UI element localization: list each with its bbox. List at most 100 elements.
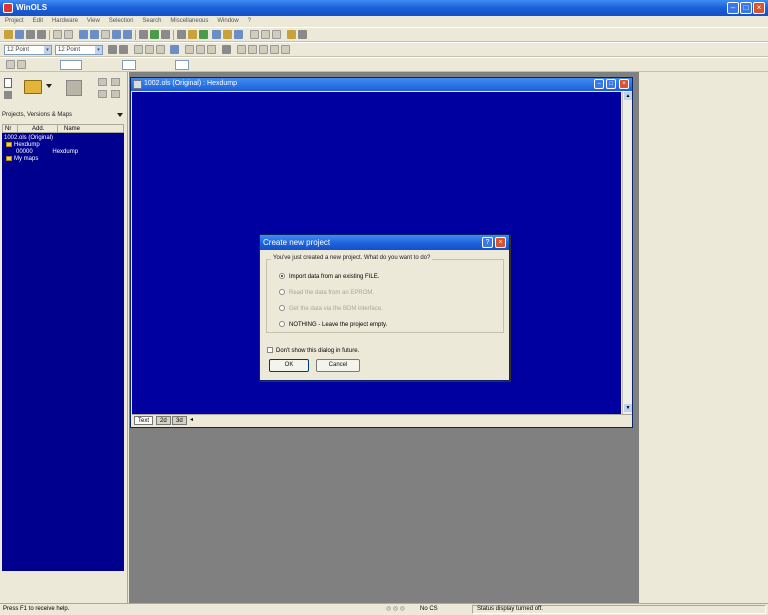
tool-small-icon-1[interactable] xyxy=(98,78,107,86)
print-icon[interactable] xyxy=(37,30,46,39)
hint-icon[interactable] xyxy=(287,30,296,39)
menu-edit[interactable]: Edit xyxy=(31,16,45,27)
small-save-icon[interactable] xyxy=(4,91,12,99)
tree-item-my-maps[interactable]: My maps xyxy=(6,156,38,163)
tab-3d[interactable]: 3d xyxy=(172,416,187,425)
tool-a-icon[interactable] xyxy=(6,60,15,69)
help-icon[interactable] xyxy=(298,30,307,39)
menu-project[interactable]: Project xyxy=(3,16,26,27)
font-size-select-2[interactable]: 12 Point ▾ xyxy=(55,45,103,55)
toolbar-field-2[interactable] xyxy=(122,60,136,70)
tool-small-icon-2[interactable] xyxy=(111,78,120,86)
percent-icon[interactable] xyxy=(237,45,246,54)
columns-icon[interactable] xyxy=(196,45,205,54)
sign-icon[interactable] xyxy=(222,45,231,54)
forward-icon[interactable] xyxy=(234,30,243,39)
pin-icon[interactable] xyxy=(117,113,123,117)
column-nr[interactable]: Nr xyxy=(3,125,18,133)
cancel-button[interactable]: Cancel xyxy=(316,359,360,372)
ok-button[interactable]: OK xyxy=(269,359,309,372)
hexdump-window-titlebar[interactable]: 1002.ols (Original) : Hexdump – □ × xyxy=(131,78,632,91)
first-icon[interactable] xyxy=(79,30,88,39)
project-icon[interactable] xyxy=(66,80,82,96)
new-project-icon[interactable] xyxy=(4,30,13,39)
rows-icon[interactable] xyxy=(207,45,216,54)
dialog-titlebar[interactable]: Create new project ? × xyxy=(260,235,509,250)
offset-icon[interactable] xyxy=(259,45,268,54)
column-add[interactable]: Add. xyxy=(18,125,58,133)
home-icon[interactable] xyxy=(223,30,232,39)
child-minimize-button[interactable]: – xyxy=(594,79,604,89)
scroll-down-icon[interactable]: ▼ xyxy=(624,404,632,412)
hex-icon[interactable] xyxy=(108,45,117,54)
font-size-select-1[interactable]: 12 Point ▾ xyxy=(4,45,52,55)
menu-help[interactable]: ? xyxy=(246,16,253,27)
maximize-button[interactable]: □ xyxy=(740,2,752,14)
run-icon[interactable] xyxy=(199,30,208,39)
format-16bit-icon[interactable] xyxy=(145,45,154,54)
dont-show-checkbox[interactable]: Don't show this dialog in future. xyxy=(267,347,359,355)
tree-item-project[interactable]: 1002.ols (Original) xyxy=(4,135,53,142)
dialog-close-button[interactable]: × xyxy=(495,237,506,248)
close-button[interactable]: × xyxy=(753,2,765,14)
page-icon[interactable] xyxy=(101,30,110,39)
option-bdm-interface: Get the data via the BDM interface. xyxy=(279,305,383,314)
tool-small-icon-3[interactable] xyxy=(98,90,107,98)
tree-item-version[interactable]: 00000 Hexdump xyxy=(16,149,78,156)
next-icon[interactable] xyxy=(112,30,121,39)
toolbar-field-3[interactable] xyxy=(175,60,189,70)
menu-selection[interactable]: Selection xyxy=(107,16,136,27)
compare-icon[interactable] xyxy=(177,30,186,39)
main-toolbar xyxy=(0,27,768,42)
menu-miscellaneous[interactable]: Miscellaneous xyxy=(168,16,210,27)
tab-text[interactable]: Text xyxy=(134,416,154,425)
status-help-text: Press F1 to receive help. xyxy=(3,606,70,612)
menu-hardware[interactable]: Hardware xyxy=(50,16,80,27)
previous-icon[interactable] xyxy=(90,30,99,39)
window3-icon[interactable] xyxy=(272,30,281,39)
map-icon[interactable] xyxy=(150,30,159,39)
tab-2d[interactable]: 2d xyxy=(156,416,171,425)
last-icon[interactable] xyxy=(123,30,132,39)
width-icon[interactable] xyxy=(185,45,194,54)
chevron-down-icon[interactable] xyxy=(46,84,52,88)
value-icon[interactable] xyxy=(270,45,279,54)
menu-window[interactable]: Window xyxy=(215,16,240,27)
option-nothing[interactable]: NOTHING - Leave the project empty. xyxy=(279,321,387,330)
settings-icon[interactable] xyxy=(188,30,197,39)
minimize-button[interactable]: – xyxy=(727,2,739,14)
window-icon[interactable] xyxy=(250,30,259,39)
scroll-up-icon[interactable]: ▲ xyxy=(624,92,632,100)
float-icon[interactable] xyxy=(170,45,179,54)
open-folder-icon[interactable] xyxy=(24,80,42,94)
tool-small-icon-4[interactable] xyxy=(111,90,120,98)
folder-icon xyxy=(6,156,12,161)
grid-icon[interactable] xyxy=(161,30,170,39)
dialog-help-button[interactable]: ? xyxy=(482,237,493,248)
factor-icon[interactable] xyxy=(281,45,290,54)
toolbar-field-1[interactable] xyxy=(60,60,82,70)
project-tree[interactable]: 1002.ols (Original) Hexdump 00000 Hexdum… xyxy=(2,133,124,571)
back-icon[interactable] xyxy=(212,30,221,39)
app-icon[interactable] xyxy=(3,3,13,13)
delta-icon[interactable] xyxy=(248,45,257,54)
child-close-button[interactable]: × xyxy=(619,79,629,89)
dec-icon[interactable] xyxy=(119,45,128,54)
save-icon[interactable] xyxy=(26,30,35,39)
window2-icon[interactable] xyxy=(261,30,270,39)
tool-b-icon[interactable] xyxy=(17,60,26,69)
format-32bit-icon[interactable] xyxy=(156,45,165,54)
column-name[interactable]: Name xyxy=(58,125,125,133)
new-file-icon[interactable] xyxy=(4,78,12,88)
copy-icon[interactable] xyxy=(53,30,62,39)
option-import-file[interactable]: Import data from an existing FILE. xyxy=(279,273,379,282)
paste-icon[interactable] xyxy=(64,30,73,39)
menu-view[interactable]: View xyxy=(85,16,102,27)
vertical-scrollbar[interactable]: ▲ ▼ xyxy=(622,92,632,414)
format-8bit-icon[interactable] xyxy=(134,45,143,54)
list-icon[interactable] xyxy=(139,30,148,39)
open-icon[interactable] xyxy=(15,30,24,39)
tab-scroll-icon[interactable]: ◂ xyxy=(190,416,193,425)
child-maximize-button[interactable]: □ xyxy=(606,79,616,89)
menu-search[interactable]: Search xyxy=(140,16,163,27)
